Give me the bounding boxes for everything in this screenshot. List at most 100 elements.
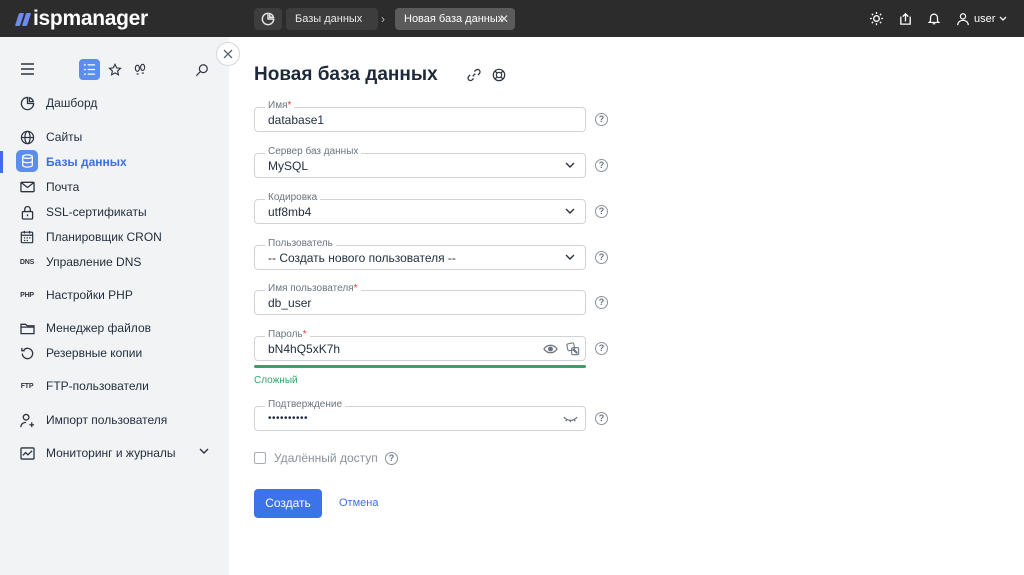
sidebar-item-php[interactable]: PHP Настройки PHP [0, 283, 229, 307]
cancel-button[interactable]: Отмена [339, 496, 378, 510]
sidebar-item-sites[interactable]: Сайты [0, 125, 229, 149]
show-password-button[interactable] [542, 342, 558, 356]
sidebar-item-dns[interactable]: DNS Управление DNS [0, 250, 229, 274]
lifebuoy-icon [492, 68, 506, 82]
username-field-value: db_user [268, 296, 312, 310]
globe-icon [19, 129, 35, 145]
sidebar-item-label: Планировщик CRON [46, 230, 162, 244]
remote-access-checkbox[interactable] [254, 452, 266, 464]
db-server-select[interactable]: Сервер баз данных MySQL [254, 146, 586, 178]
password-field-value: bN4hQ5xK7h [268, 342, 341, 356]
footprints-icon [134, 63, 146, 75]
breadcrumb-separator-icon: › [381, 12, 385, 26]
encoding-help-icon[interactable]: ? [595, 205, 608, 218]
monitoring-icon [19, 445, 35, 461]
tab-databases-label: Базы данных [295, 13, 363, 25]
sidebar-item-mail[interactable]: Почта [0, 175, 229, 199]
upload-button[interactable] [897, 10, 913, 26]
chevron-down-icon[interactable] [199, 448, 209, 455]
chevron-down-icon [999, 16, 1007, 21]
lock-icon [19, 204, 35, 220]
link-icon [467, 68, 481, 82]
sidebar-item-monitoring[interactable]: Мониторинг и журналы [0, 441, 229, 465]
tab-databases[interactable]: Базы данных [286, 8, 378, 30]
chevron-down-icon [565, 254, 575, 260]
help-center-button[interactable] [491, 67, 507, 83]
notifications-button[interactable] [926, 10, 942, 26]
dashboard-shortcut-button[interactable] [254, 8, 282, 30]
theme-toggle-button[interactable] [868, 10, 884, 26]
sidebar-item-ftp-users[interactable]: FTP FTP-пользователи [0, 374, 229, 398]
all-sections-view-button[interactable] [79, 59, 100, 80]
show-confirm-password-button[interactable] [562, 412, 578, 426]
sidebar-item-label: Дашборд [46, 96, 98, 110]
top-bar: ispmanager Базы данных › Новая база данн… [0, 0, 1024, 37]
sidebar-item-label: Менеджер файлов [46, 321, 151, 335]
remote-access-help-icon[interactable]: ? [385, 452, 398, 465]
user-select[interactable]: Пользователь -- Создать нового пользоват… [254, 238, 586, 270]
confirm-password-help-icon[interactable]: ? [595, 412, 608, 425]
username-field[interactable]: Имя пользователя* db_user [254, 283, 586, 315]
password-help-icon[interactable]: ? [595, 342, 608, 355]
menu-toggle-button[interactable] [19, 61, 35, 77]
favorites-button[interactable] [107, 62, 123, 78]
list-icon [83, 64, 96, 75]
user-menu[interactable]: user [956, 10, 1007, 27]
ispmanager-logo[interactable]: ispmanager [14, 7, 148, 31]
user-icon [957, 12, 969, 25]
calendar-icon [19, 229, 35, 245]
sidebar-item-user-import[interactable]: Импорт пользователя [0, 408, 229, 432]
recent-button[interactable] [132, 62, 148, 78]
folder-icon [19, 320, 35, 336]
sidebar-item-ssl[interactable]: SSL-сертификаты [0, 200, 229, 224]
dns-icon: DNS [19, 258, 35, 266]
sidebar-item-label: Сайты [46, 130, 83, 144]
active-indicator [0, 151, 3, 173]
close-tab-icon[interactable]: ✕ [499, 8, 509, 30]
sidebar-item-label: SSL-сертификаты [46, 205, 147, 219]
dice-icon [566, 342, 580, 356]
sidebar-item-label: Базы данных [46, 155, 127, 169]
name-help-icon[interactable]: ? [595, 113, 608, 126]
name-field[interactable]: Имя* database1 [254, 100, 586, 132]
create-button[interactable]: Создать [254, 489, 322, 518]
password-strength-label: Сложный [254, 375, 298, 386]
user-help-icon[interactable]: ? [595, 251, 608, 264]
php-icon: PHP [20, 291, 34, 299]
ftp-icon: FTP [20, 382, 34, 390]
sidebar-item-cron[interactable]: Планировщик CRON [0, 225, 229, 249]
confirm-password-field[interactable]: Подтверждение •••••••••• [254, 399, 586, 431]
sidebar-item-label: Почта [46, 180, 80, 194]
user-select-value: -- Создать нового пользователя -- [268, 251, 456, 265]
sidebar-item-dashboard[interactable]: Дашборд [0, 91, 229, 115]
tab-new-database[interactable]: Новая база данных ✕ [395, 8, 515, 30]
db-server-help-icon[interactable]: ? [595, 159, 608, 172]
mail-icon [19, 179, 35, 195]
database-icon [16, 150, 38, 172]
logo-mark-icon [14, 12, 32, 26]
copy-link-button[interactable] [466, 67, 482, 83]
hamburger-icon [20, 63, 34, 75]
pie-chart-icon [261, 12, 275, 26]
password-field[interactable]: Пароль* bN4hQ5xK7h [254, 329, 586, 361]
sidebar-item-databases[interactable]: Базы данных [0, 150, 229, 174]
eye-closed-icon [562, 416, 578, 423]
generate-password-button[interactable] [565, 342, 581, 356]
eye-icon [542, 344, 558, 354]
username-help-icon[interactable]: ? [595, 296, 608, 309]
sidebar-item-label: Настройки PHP [46, 288, 133, 302]
remote-access-label: Удалённый доступ [274, 451, 378, 465]
user-name: user [974, 12, 996, 25]
collapse-sidebar-button[interactable] [216, 42, 240, 66]
tab-new-database-label: Новая база данных [404, 13, 504, 25]
star-icon [108, 63, 122, 76]
page-title: Новая база данных [254, 64, 438, 85]
search-button[interactable] [194, 62, 210, 78]
sidebar-item-label: Импорт пользователя [46, 413, 168, 427]
sidebar-item-file-manager[interactable]: Менеджер файлов [0, 316, 229, 340]
bell-icon [927, 13, 941, 24]
password-strength-bar [254, 365, 586, 368]
encoding-select[interactable]: Кодировка utf8mb4 [254, 192, 586, 224]
sidebar-item-backups[interactable]: Резервные копии [0, 341, 229, 365]
confirm-password-value: •••••••••• [268, 413, 309, 424]
